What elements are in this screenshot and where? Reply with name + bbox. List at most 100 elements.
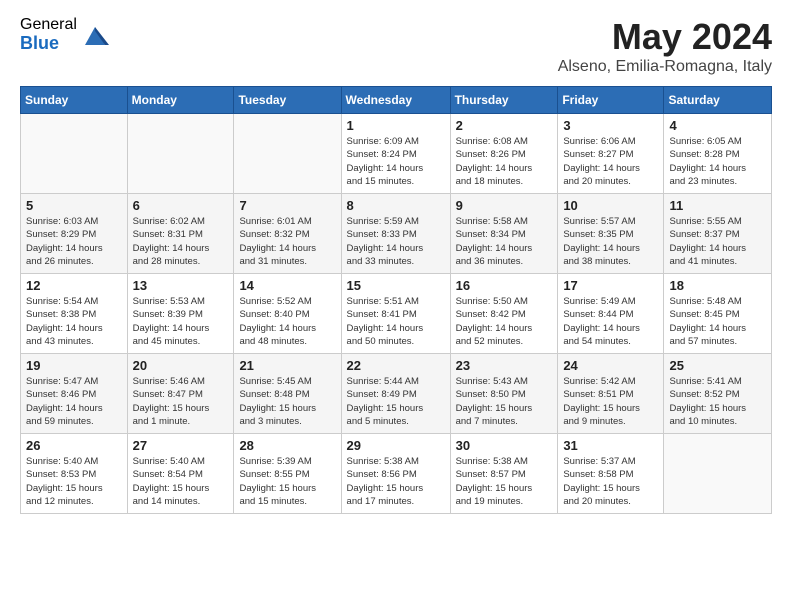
logo-icon (81, 21, 109, 49)
day-info: Sunrise: 5:40 AM Sunset: 8:54 PM Dayligh… (133, 455, 229, 508)
calendar-cell: 9Sunrise: 5:58 AM Sunset: 8:34 PM Daylig… (450, 194, 558, 274)
calendar-cell: 10 Sunrise: 5:57 AM Sunset: 8:35 PM Dayli… (558, 194, 664, 274)
day-number: 18 (669, 278, 766, 293)
logo-text: General Blue (20, 16, 77, 53)
day-info: Sunrise: 5:53 AM Sunset: 8:39 PM Dayligh… (133, 295, 229, 348)
calendar-cell: 3 Sunrise: 6:06 AM Sunset: 8:27 PM Daylig… (558, 114, 664, 194)
day-number: 16 (456, 278, 553, 293)
day-number: 20 (133, 358, 229, 373)
day-info: Sunrise: 5:57 AM Sunset: 8:35 PM Dayligh… (563, 215, 658, 268)
day-info: Sunrise: 6:02 AM Sunset: 8:31 PM Dayligh… (133, 215, 229, 268)
header-tuesday: Tuesday (234, 87, 341, 114)
calendar-cell: 28Sunrise: 5:39 AM Sunset: 8:55 PM Dayli… (234, 434, 341, 514)
day-info: Sunrise: 5:47 AM Sunset: 8:46 PM Dayligh… (26, 375, 122, 428)
header-sunday: Sunday (21, 87, 128, 114)
calendar-cell: 12Sunrise: 5:54 AM Sunset: 8:38 PM Dayli… (21, 274, 128, 354)
day-info: Sunrise: 5:55 AM Sunset: 8:37 PM Dayligh… (669, 215, 766, 268)
day-info: Sunrise: 5:49 AM Sunset: 8:44 PM Dayligh… (563, 295, 658, 348)
calendar-cell: 20 Sunrise: 5:46 AM Sunset: 8:47 PM Dayli… (127, 354, 234, 434)
calendar-cell: 4Sunrise: 6:05 AM Sunset: 8:28 PM Daylig… (664, 114, 772, 194)
day-number: 19 (26, 358, 122, 373)
day-number: 17 (563, 278, 658, 293)
calendar-cell: 11Sunrise: 5:55 AM Sunset: 8:37 PM Dayli… (664, 194, 772, 274)
calendar-cell: 13Sunrise: 5:53 AM Sunset: 8:39 PM Dayli… (127, 274, 234, 354)
day-info: Sunrise: 5:50 AM Sunset: 8:42 PM Dayligh… (456, 295, 553, 348)
calendar-cell: 1 Sunrise: 6:09 AM Sunset: 8:24 PM Daylig… (341, 114, 450, 194)
logo-blue: Blue (20, 34, 77, 54)
calendar-cell: 25Sunrise: 5:41 AM Sunset: 8:52 PM Dayli… (664, 354, 772, 434)
calendar-cell: 21 Sunrise: 5:45 AM Sunset: 8:48 PM Dayli… (234, 354, 341, 434)
calendar-cell: 8 Sunrise: 5:59 AM Sunset: 8:33 PM Daylig… (341, 194, 450, 274)
day-info: Sunrise: 5:58 AM Sunset: 8:34 PM Dayligh… (456, 215, 553, 268)
header-friday: Friday (558, 87, 664, 114)
calendar-cell: 16 Sunrise: 5:50 AM Sunset: 8:42 PM Dayli… (450, 274, 558, 354)
day-number: 25 (669, 358, 766, 373)
calendar-table: SundayMondayTuesdayWednesdayThursdayFrid… (20, 86, 772, 514)
day-info: Sunrise: 5:52 AM Sunset: 8:40 PM Dayligh… (239, 295, 335, 348)
day-info: Sunrise: 5:42 AM Sunset: 8:51 PM Dayligh… (563, 375, 658, 428)
calendar-cell (234, 114, 341, 194)
day-info: Sunrise: 5:45 AM Sunset: 8:48 PM Dayligh… (239, 375, 335, 428)
week-row-2: 12Sunrise: 5:54 AM Sunset: 8:38 PM Dayli… (21, 274, 772, 354)
calendar-cell (664, 434, 772, 514)
calendar-cell: 2Sunrise: 6:08 AM Sunset: 8:26 PM Daylig… (450, 114, 558, 194)
calendar-cell: 6 Sunrise: 6:02 AM Sunset: 8:31 PM Daylig… (127, 194, 234, 274)
day-info: Sunrise: 5:37 AM Sunset: 8:58 PM Dayligh… (563, 455, 658, 508)
day-info: Sunrise: 5:38 AM Sunset: 8:56 PM Dayligh… (347, 455, 445, 508)
day-info: Sunrise: 5:59 AM Sunset: 8:33 PM Dayligh… (347, 215, 445, 268)
day-number: 1 (347, 118, 445, 133)
day-info: Sunrise: 6:08 AM Sunset: 8:26 PM Dayligh… (456, 135, 553, 188)
title-block: May 2024 Alseno, Emilia-Romagna, Italy (558, 16, 772, 76)
day-number: 27 (133, 438, 229, 453)
day-number: 24 (563, 358, 658, 373)
calendar-cell: 30 Sunrise: 5:38 AM Sunset: 8:57 PM Dayli… (450, 434, 558, 514)
week-row-4: 26Sunrise: 5:40 AM Sunset: 8:53 PM Dayli… (21, 434, 772, 514)
day-number: 12 (26, 278, 122, 293)
day-info: Sunrise: 6:06 AM Sunset: 8:27 PM Dayligh… (563, 135, 658, 188)
day-info: Sunrise: 5:51 AM Sunset: 8:41 PM Dayligh… (347, 295, 445, 348)
day-info: Sunrise: 5:46 AM Sunset: 8:47 PM Dayligh… (133, 375, 229, 428)
day-info: Sunrise: 5:48 AM Sunset: 8:45 PM Dayligh… (669, 295, 766, 348)
day-number: 3 (563, 118, 658, 133)
calendar-cell: 17 Sunrise: 5:49 AM Sunset: 8:44 PM Dayli… (558, 274, 664, 354)
day-number: 30 (456, 438, 553, 453)
header-wednesday: Wednesday (341, 87, 450, 114)
calendar-cell: 24 Sunrise: 5:42 AM Sunset: 8:51 PM Dayli… (558, 354, 664, 434)
logo: General Blue (20, 16, 109, 53)
logo-general: General (20, 16, 77, 34)
location: Alseno, Emilia-Romagna, Italy (558, 58, 772, 76)
day-info: Sunrise: 5:44 AM Sunset: 8:49 PM Dayligh… (347, 375, 445, 428)
day-info: Sunrise: 6:09 AM Sunset: 8:24 PM Dayligh… (347, 135, 445, 188)
day-number: 8 (347, 198, 445, 213)
day-info: Sunrise: 5:38 AM Sunset: 8:57 PM Dayligh… (456, 455, 553, 508)
page: General Blue May 2024 Alseno, Emilia-Rom… (0, 0, 792, 530)
day-number: 6 (133, 198, 229, 213)
calendar-cell: 7 Sunrise: 6:01 AM Sunset: 8:32 PM Daylig… (234, 194, 341, 274)
header-saturday: Saturday (664, 87, 772, 114)
day-info: Sunrise: 6:03 AM Sunset: 8:29 PM Dayligh… (26, 215, 122, 268)
header-monday: Monday (127, 87, 234, 114)
header-thursday: Thursday (450, 87, 558, 114)
day-info: Sunrise: 6:01 AM Sunset: 8:32 PM Dayligh… (239, 215, 335, 268)
calendar-cell: 26Sunrise: 5:40 AM Sunset: 8:53 PM Dayli… (21, 434, 128, 514)
week-row-0: 1 Sunrise: 6:09 AM Sunset: 8:24 PM Daylig… (21, 114, 772, 194)
day-info: Sunrise: 5:40 AM Sunset: 8:53 PM Dayligh… (26, 455, 122, 508)
calendar-cell (127, 114, 234, 194)
week-row-1: 5 Sunrise: 6:03 AM Sunset: 8:29 PM Daylig… (21, 194, 772, 274)
day-number: 14 (239, 278, 335, 293)
calendar-cell (21, 114, 128, 194)
calendar-cell: 5 Sunrise: 6:03 AM Sunset: 8:29 PM Daylig… (21, 194, 128, 274)
day-number: 21 (239, 358, 335, 373)
calendar-cell: 29Sunrise: 5:38 AM Sunset: 8:56 PM Dayli… (341, 434, 450, 514)
day-number: 4 (669, 118, 766, 133)
calendar-cell: 15 Sunrise: 5:51 AM Sunset: 8:41 PM Dayli… (341, 274, 450, 354)
day-number: 22 (347, 358, 445, 373)
calendar-cell: 18 Sunrise: 5:48 AM Sunset: 8:45 PM Dayli… (664, 274, 772, 354)
day-number: 15 (347, 278, 445, 293)
day-number: 7 (239, 198, 335, 213)
day-info: Sunrise: 5:43 AM Sunset: 8:50 PM Dayligh… (456, 375, 553, 428)
week-row-3: 19 Sunrise: 5:47 AM Sunset: 8:46 PM Dayli… (21, 354, 772, 434)
day-number: 10 (563, 198, 658, 213)
day-number: 5 (26, 198, 122, 213)
calendar-cell: 23Sunrise: 5:43 AM Sunset: 8:50 PM Dayli… (450, 354, 558, 434)
